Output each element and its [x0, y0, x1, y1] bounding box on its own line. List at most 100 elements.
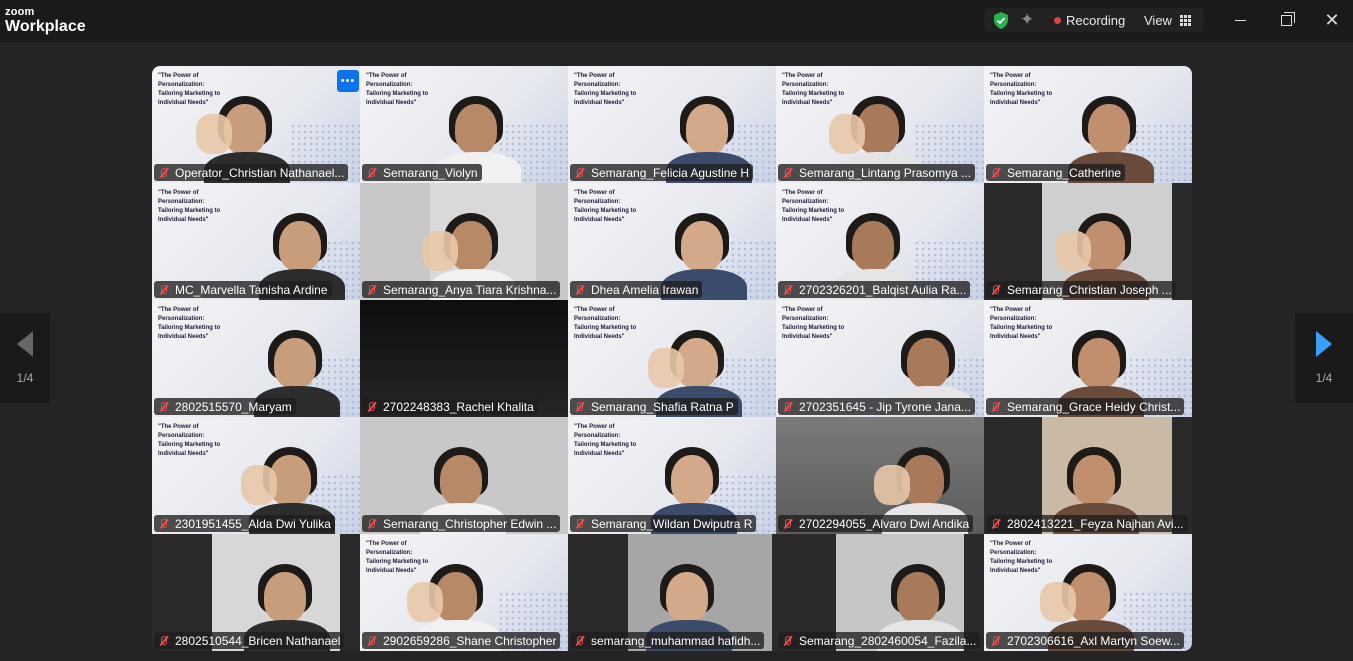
participant-tile[interactable]: "The Power of Personalization: Tailoring… [776, 300, 984, 417]
participant-name: Dhea Amelia Irawan [591, 282, 699, 297]
chevron-right-icon [1316, 331, 1332, 357]
close-icon: ✕ [1324, 10, 1340, 30]
muted-mic-icon [781, 518, 793, 530]
slide-title: "The Power of Personalization: Tailoring… [158, 307, 221, 340]
participant-tile[interactable]: "The Power of Personalization: Tailoring… [360, 66, 568, 183]
hand-gesture [196, 114, 232, 154]
hand-gesture [648, 348, 684, 388]
participant-tile[interactable]: "The Power of Personalization: Tailoring… [776, 183, 984, 300]
encryption-shield-icon[interactable] [992, 11, 1010, 30]
participant-tile[interactable]: "The Power of Personalization: Tailoring… [984, 534, 1192, 651]
hand-gesture [241, 465, 277, 505]
muted-mic-icon [157, 167, 169, 179]
muted-mic-icon [573, 284, 585, 296]
slide-title: "The Power of Personalization: Tailoring… [782, 73, 845, 106]
participant-name-label: Semarang_Grace Heidy Christ... [986, 398, 1185, 415]
participant-tile[interactable]: "The Power of Personalization: Tailoring… [152, 417, 360, 534]
participant-tile[interactable]: 2702294055_Alvaro Dwi Andika [776, 417, 984, 534]
participant-name-label: Semarang_Wildan Dwiputra R [570, 515, 757, 532]
muted-mic-icon [781, 635, 793, 647]
muted-mic-icon [157, 635, 169, 647]
participant-name-label: Semarang_Catherine [986, 164, 1126, 181]
participant-tile[interactable]: "The Power of Personalization: Tailoring… [152, 183, 360, 300]
participant-face [686, 104, 728, 154]
participant-face [1078, 338, 1120, 388]
participant-name-label: Semarang_Anya Tiara Krishna... [362, 281, 561, 298]
previous-page-button[interactable]: 1/4 [0, 313, 50, 403]
muted-mic-icon [573, 167, 585, 179]
participant-tile[interactable]: Semarang_Christopher Edwin ... [360, 417, 568, 534]
participant-tile[interactable]: "The Power of Personalization: Tailoring… [568, 66, 776, 183]
minimize-button[interactable] [1230, 10, 1250, 30]
close-button[interactable]: ✕ [1322, 10, 1342, 30]
zoom-logo: zoom Workplace [5, 7, 86, 35]
participant-name: 2301951455_Alda Dwi Yulika [175, 516, 331, 531]
participant-name-label: Operator_Christian Nathanael... [154, 164, 349, 181]
participant-name: Semarang_Grace Heidy Christ... [1007, 399, 1181, 414]
slide-title: "The Power of Personalization: Tailoring… [366, 541, 429, 574]
muted-mic-icon [365, 401, 377, 413]
participant-name: 2702351645 - Jip Tyrone Jana... [799, 399, 971, 414]
participant-tile[interactable]: "The Power of Personalization: Tailoring… [360, 534, 568, 651]
participant-tile[interactable]: 2702248383_Rachel Khalita [360, 300, 568, 417]
participant-tile[interactable]: Semarang_Anya Tiara Krishna... [360, 183, 568, 300]
slide-title: "The Power of Personalization: Tailoring… [158, 190, 221, 223]
participant-name: Semarang_2802460054_Fazila... [799, 633, 977, 648]
participant-face [440, 455, 482, 505]
participant-name-label: 2802510544_Bricen Nathanael [154, 632, 345, 649]
slide-title: "The Power of Personalization: Tailoring… [574, 424, 637, 457]
participant-tile[interactable]: "The Power of Personalization: Tailoring… [568, 183, 776, 300]
recording-dot-icon [1054, 16, 1061, 24]
participant-face [1088, 104, 1130, 154]
participant-tile[interactable]: "The Power of Personalization: Tailoring… [568, 300, 776, 417]
participant-tile[interactable]: semarang_muhammad hafidh... [568, 534, 776, 651]
participant-name: 2802413221_Feyza Najhan Avi... [1007, 516, 1184, 531]
participant-name: MC_Marvella Tanisha Ardine [175, 282, 328, 297]
participant-tile[interactable]: "The Power of Personalization: Tailoring… [568, 417, 776, 534]
more-options-button[interactable]: ••• [337, 70, 359, 92]
participant-tile[interactable]: "The Power of Personalization: Tailoring… [152, 300, 360, 417]
participant-tile[interactable]: Semarang_2802460054_Fazila... [776, 534, 984, 651]
recording-indicator[interactable]: Recording [1054, 11, 1125, 29]
muted-mic-icon [781, 401, 793, 413]
participant-name: 2702294055_Alvaro Dwi Andika [799, 516, 970, 531]
recording-label: Recording [1066, 12, 1126, 28]
participant-name: Semarang_Christopher Edwin ... [383, 516, 557, 531]
participant-name-label: Semarang_Christopher Edwin ... [362, 515, 561, 532]
participant-tile[interactable]: 2802413221_Feyza Najhan Avi... [984, 417, 1192, 534]
hand-gesture [1055, 231, 1091, 271]
participant-face [681, 221, 723, 271]
view-button[interactable]: View [1144, 11, 1191, 29]
maximize-button[interactable] [1276, 10, 1296, 30]
slide-title: "The Power of Personalization: Tailoring… [366, 73, 429, 106]
slide-title: "The Power of Personalization: Tailoring… [574, 307, 637, 340]
participant-name-label: 2702248383_Rachel Khalita [362, 398, 538, 415]
participant-face [907, 338, 949, 388]
slide-title: "The Power of Personalization: Tailoring… [782, 190, 845, 223]
hand-gesture [1040, 582, 1076, 622]
slide-title: "The Power of Personalization: Tailoring… [574, 73, 637, 106]
muted-mic-icon [573, 635, 585, 647]
participant-face [897, 572, 939, 622]
participant-tile[interactable]: "The Power of Personalization: Tailoring… [984, 300, 1192, 417]
next-page-button[interactable]: 1/4 [1295, 313, 1353, 403]
participant-tile[interactable]: Semarang_Christian Joseph ... [984, 183, 1192, 300]
participant-name-label: Semarang_Violyn [362, 164, 482, 181]
page-indicator-right: 1/4 [1315, 371, 1333, 385]
restore-icon [1280, 11, 1295, 26]
participant-name: 2902659286_Shane Christopher [383, 633, 557, 648]
muted-mic-icon [365, 635, 377, 647]
slide-title: "The Power of Personalization: Tailoring… [990, 541, 1053, 574]
participant-tile[interactable]: "The Power of Personalization: Tailoring… [984, 66, 1192, 183]
participant-name-label: 2702351645 - Jip Tyrone Jana... [778, 398, 975, 415]
participant-name: Semarang_Shafia Ratna P [591, 399, 734, 414]
view-label: View [1144, 12, 1172, 28]
participant-tile[interactable]: 2802510544_Bricen Nathanael [152, 534, 360, 651]
meeting-status-group: ✦ Recording View [984, 8, 1204, 32]
participant-tile[interactable]: "The Power of Personalization: Tailoring… [152, 66, 360, 183]
participant-tile[interactable]: "The Power of Personalization: Tailoring… [776, 66, 984, 183]
hand-gesture [407, 582, 443, 622]
participant-name: 2702248383_Rachel Khalita [383, 399, 534, 414]
participant-face [274, 338, 316, 388]
ai-companion-icon[interactable]: ✦ [1020, 10, 1034, 30]
